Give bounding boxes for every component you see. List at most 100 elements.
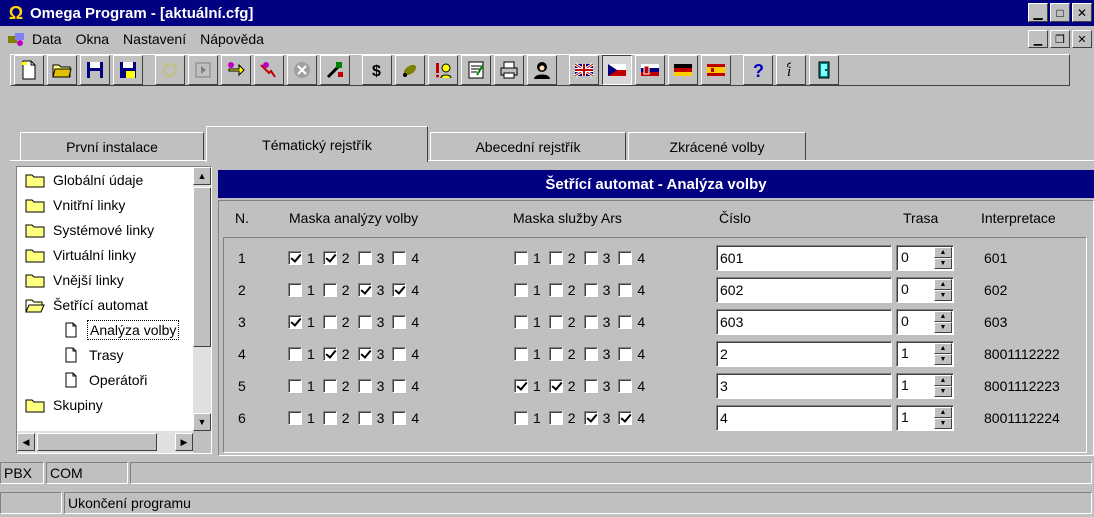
- refresh-icon[interactable]: [221, 55, 251, 85]
- mask-analysis-checkbox[interactable]: 1: [288, 250, 315, 266]
- mask-analysis-checkbox[interactable]: 4: [392, 410, 419, 426]
- mask-analysis-checkbox[interactable]: 4: [392, 250, 419, 266]
- checkbox-unchecked[interactable]: [548, 251, 563, 265]
- mask-service-checkbox[interactable]: 1: [514, 410, 541, 426]
- tree-item[interactable]: Trasy: [61, 343, 125, 367]
- checkbox-unchecked[interactable]: [618, 283, 633, 297]
- mask-analysis-checkbox[interactable]: 1: [288, 410, 315, 426]
- mask-analysis-checkbox[interactable]: 3: [357, 410, 384, 426]
- tree-item[interactable]: Vnitřní linky: [25, 193, 127, 217]
- tab-zkracene-volby[interactable]: Zkrácené volby: [628, 132, 806, 160]
- mask-service-checkbox[interactable]: 3: [583, 410, 610, 426]
- mask-analysis-checkbox[interactable]: 2: [322, 410, 350, 426]
- checkbox-unchecked[interactable]: [288, 283, 302, 297]
- route-spinner[interactable]: 0 ▲ ▼: [896, 309, 954, 335]
- route-spinner[interactable]: 1 ▲ ▼: [896, 373, 954, 399]
- mask-service-checkbox[interactable]: 1: [514, 378, 541, 394]
- scroll-up-icon[interactable]: ▲: [193, 167, 211, 185]
- mask-analysis-checkbox[interactable]: 2: [322, 282, 350, 298]
- checkbox-unchecked[interactable]: [548, 347, 563, 361]
- tree-item[interactable]: Šetřící automat: [25, 293, 150, 317]
- mask-analysis-checkbox[interactable]: 4: [392, 282, 419, 298]
- number-input[interactable]: 4: [716, 405, 892, 431]
- tree-item[interactable]: Globální údaje: [25, 168, 145, 192]
- checkbox-unchecked[interactable]: [392, 411, 407, 425]
- help-icon[interactable]: ?: [743, 55, 773, 85]
- checkbox-checked[interactable]: [322, 251, 337, 265]
- mask-analysis-checkbox[interactable]: 4: [392, 314, 419, 330]
- number-input[interactable]: 2: [716, 341, 892, 367]
- route-spinner[interactable]: 1 ▲ ▼: [896, 341, 954, 367]
- mdi-close-button[interactable]: ✕: [1072, 30, 1092, 48]
- spin-up-icon[interactable]: ▲: [934, 343, 952, 354]
- checkbox-unchecked[interactable]: [392, 347, 407, 361]
- tab-abecedni-rejstrik[interactable]: Abecední rejstřík: [430, 132, 626, 160]
- printer-icon[interactable]: [494, 55, 524, 85]
- tree-item[interactable]: Skupiny: [25, 393, 105, 417]
- mask-service-checkbox[interactable]: 1: [514, 282, 541, 298]
- tree-vertical-scrollbar[interactable]: ▲ ▼: [193, 167, 211, 431]
- checkbox-unchecked[interactable]: [322, 283, 337, 297]
- checkbox-checked[interactable]: [357, 283, 372, 297]
- mask-service-checkbox[interactable]: 1: [514, 346, 541, 362]
- tree-horizontal-scrollbar[interactable]: ◀ ▶: [17, 431, 195, 453]
- connect-icon[interactable]: [155, 55, 185, 85]
- flag-es-icon[interactable]: [701, 55, 731, 85]
- checkbox-unchecked[interactable]: [548, 315, 563, 329]
- checkbox-unchecked[interactable]: [548, 411, 563, 425]
- checkbox-checked[interactable]: [548, 379, 563, 393]
- mask-service-checkbox[interactable]: 4: [618, 250, 645, 266]
- tree-item[interactable]: Virtuální linky: [25, 243, 138, 267]
- flag-uk-icon[interactable]: [569, 55, 599, 85]
- spin-down-icon[interactable]: ▼: [934, 418, 952, 429]
- scroll-thumb-horizontal[interactable]: [37, 433, 157, 451]
- mask-analysis-checkbox[interactable]: 2: [322, 250, 350, 266]
- new-document-icon[interactable]: [14, 55, 44, 85]
- play-icon[interactable]: [188, 55, 218, 85]
- scroll-left-icon[interactable]: ◀: [17, 433, 35, 451]
- checkbox-unchecked[interactable]: [583, 315, 598, 329]
- open-folder-icon[interactable]: [47, 55, 77, 85]
- person-icon[interactable]: [527, 55, 557, 85]
- checkbox-unchecked[interactable]: [583, 283, 598, 297]
- mask-service-checkbox[interactable]: 4: [618, 314, 645, 330]
- checkbox-unchecked[interactable]: [288, 411, 302, 425]
- tab-prvni-instalace[interactable]: První instalace: [20, 132, 204, 160]
- checkbox-unchecked[interactable]: [357, 251, 372, 265]
- checkbox-unchecked[interactable]: [514, 411, 528, 425]
- mask-analysis-checkbox[interactable]: 3: [357, 250, 384, 266]
- mask-service-checkbox[interactable]: 4: [618, 410, 645, 426]
- mask-analysis-checkbox[interactable]: 3: [357, 378, 384, 394]
- mask-analysis-checkbox[interactable]: 1: [288, 282, 315, 298]
- number-input[interactable]: 602: [716, 277, 892, 303]
- checkbox-unchecked[interactable]: [514, 251, 528, 265]
- close-button[interactable]: ✕: [1072, 3, 1092, 22]
- checkbox-checked[interactable]: [583, 411, 598, 425]
- checkbox-unchecked[interactable]: [357, 379, 372, 393]
- mask-analysis-checkbox[interactable]: 4: [392, 346, 419, 362]
- dollar-icon[interactable]: $: [362, 55, 392, 85]
- tools-icon[interactable]: [320, 55, 350, 85]
- menu-nastaveni[interactable]: Nastavení: [123, 31, 186, 47]
- checkbox-unchecked[interactable]: [288, 379, 302, 393]
- tree-item[interactable]: Systémové linky: [25, 218, 156, 242]
- scroll-thumb[interactable]: [193, 187, 211, 347]
- mask-analysis-checkbox[interactable]: 2: [322, 346, 350, 362]
- checkbox-unchecked[interactable]: [583, 347, 598, 361]
- route-spinner[interactable]: 0 ▲ ▼: [896, 277, 954, 303]
- number-input[interactable]: 3: [716, 373, 892, 399]
- checkbox-unchecked[interactable]: [618, 251, 633, 265]
- mask-service-checkbox[interactable]: 3: [583, 250, 610, 266]
- spin-down-icon[interactable]: ▼: [934, 258, 952, 269]
- mask-analysis-checkbox[interactable]: 1: [288, 314, 315, 330]
- mask-analysis-checkbox[interactable]: 2: [322, 378, 350, 394]
- app-menu-icon[interactable]: [6, 30, 26, 48]
- checkbox-checked[interactable]: [392, 283, 407, 297]
- save-icon[interactable]: [80, 55, 110, 85]
- mask-service-checkbox[interactable]: 2: [548, 314, 576, 330]
- stop-icon[interactable]: [287, 55, 317, 85]
- flag-cz-icon[interactable]: [602, 55, 632, 85]
- mask-service-checkbox[interactable]: 4: [618, 378, 645, 394]
- mask-service-checkbox[interactable]: 2: [548, 410, 576, 426]
- transfer-icon[interactable]: [254, 55, 284, 85]
